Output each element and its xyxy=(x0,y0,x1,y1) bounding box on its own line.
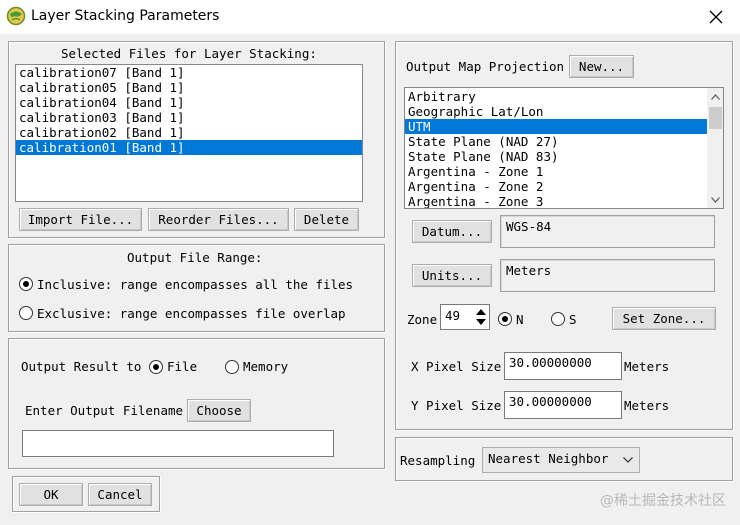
exclusive-label[interactable]: Exclusive: range encompasses file overla… xyxy=(37,306,346,321)
units-value: Meters xyxy=(500,259,715,292)
projection-list-item[interactable]: UTM xyxy=(405,119,707,134)
south-label[interactable]: S xyxy=(569,312,577,327)
file-list-item[interactable]: calibration03 [Band 1] xyxy=(16,110,362,125)
footer-panel: OK Cancel xyxy=(12,476,160,512)
projection-list-item[interactable]: Arbitrary xyxy=(405,89,707,104)
chevron-down-icon xyxy=(623,457,633,463)
north-radio[interactable] xyxy=(498,312,512,326)
resampling-value: Nearest Neighbor xyxy=(488,451,609,466)
inclusive-label[interactable]: Inclusive: range encompasses all the fil… xyxy=(37,277,353,292)
x-pixel-size-unit: Meters xyxy=(624,359,670,374)
projection-list-item[interactable]: State Plane (NAD 27) xyxy=(405,134,707,149)
file-radio[interactable] xyxy=(149,360,163,374)
projection-list-item[interactable]: Geographic Lat/Lon xyxy=(405,104,707,119)
projection-list-item[interactable]: Argentina - Zone 2 xyxy=(405,179,707,194)
zone-label: Zone xyxy=(407,312,438,327)
resampling-panel: Resampling Nearest Neighbor xyxy=(395,437,733,481)
x-pixel-size-input[interactable]: 30.00000000 xyxy=(504,352,622,380)
file-list-item[interactable]: calibration02 [Band 1] xyxy=(16,125,362,140)
projection-panel: Output Map Projection New... Arbitrary Ge… xyxy=(395,41,733,430)
output-panel: Output Result to File Memory Enter Outpu… xyxy=(8,338,385,469)
title-bar: Layer Stacking Parameters xyxy=(0,0,740,34)
resampling-dropdown[interactable]: Nearest Neighbor xyxy=(482,447,640,473)
output-range-panel: Output File Range: Inclusive: range enco… xyxy=(8,244,385,332)
north-label[interactable]: N xyxy=(516,312,524,327)
resampling-label: Resampling xyxy=(400,453,476,468)
window-title: Layer Stacking Parameters xyxy=(31,8,220,24)
new-projection-button[interactable]: New... xyxy=(569,55,634,78)
scroll-up-icon[interactable] xyxy=(707,88,723,105)
file-label[interactable]: File xyxy=(167,359,197,374)
datum-value: WGS-84 xyxy=(500,215,715,248)
close-button[interactable] xyxy=(698,3,734,31)
file-list-item[interactable]: calibration07 [Band 1] xyxy=(16,65,362,80)
output-filename-label: Enter Output Filename xyxy=(25,403,184,418)
watermark: @稀土掘金技术社区 xyxy=(600,493,726,509)
projection-heading: Output Map Projection xyxy=(406,59,565,74)
projection-list-item[interactable]: State Plane (NAD 83) xyxy=(405,149,707,164)
delete-button[interactable]: Delete xyxy=(294,208,359,231)
y-pixel-size-input[interactable]: 30.00000000 xyxy=(504,391,622,419)
file-list-item[interactable]: calibration04 [Band 1] xyxy=(16,95,362,110)
inclusive-radio[interactable] xyxy=(19,277,33,291)
x-pixel-size-label: X Pixel Size xyxy=(411,359,502,374)
memory-radio[interactable] xyxy=(225,360,239,374)
projection-list-item[interactable]: Argentina - Zone 3 xyxy=(405,194,707,208)
projection-list[interactable]: Arbitrary Geographic Lat/Lon UTM State Plan… xyxy=(404,87,724,209)
choose-button[interactable]: Choose xyxy=(187,399,251,422)
y-pixel-size-unit: Meters xyxy=(624,398,670,413)
south-radio[interactable] xyxy=(551,312,565,326)
file-list-item[interactable]: calibration05 [Band 1] xyxy=(16,80,362,95)
file-list-item[interactable]: calibration01 [Band 1] xyxy=(16,140,362,155)
units-button[interactable]: Units... xyxy=(412,264,492,287)
reorder-files-button[interactable]: Reorder Files... xyxy=(148,208,289,231)
envi-globe-icon xyxy=(6,6,26,26)
output-range-heading: Output File Range: xyxy=(127,250,263,265)
datum-button[interactable]: Datum... xyxy=(412,220,492,243)
projection-scrollbar[interactable] xyxy=(707,88,723,208)
projection-list-item[interactable]: Argentina - Zone 1 xyxy=(405,164,707,179)
output-filename-input[interactable] xyxy=(22,430,334,457)
zone-spinner-icon[interactable] xyxy=(474,306,488,328)
zone-value: 49 xyxy=(445,308,461,323)
set-zone-button[interactable]: Set Zone... xyxy=(612,307,716,330)
scroll-down-icon[interactable] xyxy=(707,191,723,208)
cancel-button[interactable]: Cancel xyxy=(88,483,152,506)
output-result-to-label: Output Result to xyxy=(21,359,142,374)
scroll-thumb[interactable] xyxy=(709,107,722,129)
zone-input[interactable]: 49 xyxy=(440,304,490,330)
close-icon xyxy=(709,10,723,24)
exclusive-radio[interactable] xyxy=(19,306,33,320)
selected-files-list[interactable]: calibration07 [Band 1] calibration05 [Ban… xyxy=(15,64,363,202)
selected-files-heading: Selected Files for Layer Stacking: xyxy=(61,46,317,61)
selected-files-panel: Selected Files for Layer Stacking: calib… xyxy=(8,41,385,238)
ok-button[interactable]: OK xyxy=(19,483,83,506)
y-pixel-size-label: Y Pixel Size xyxy=(411,398,502,413)
import-file-button[interactable]: Import File... xyxy=(19,208,142,231)
memory-label[interactable]: Memory xyxy=(243,359,288,374)
